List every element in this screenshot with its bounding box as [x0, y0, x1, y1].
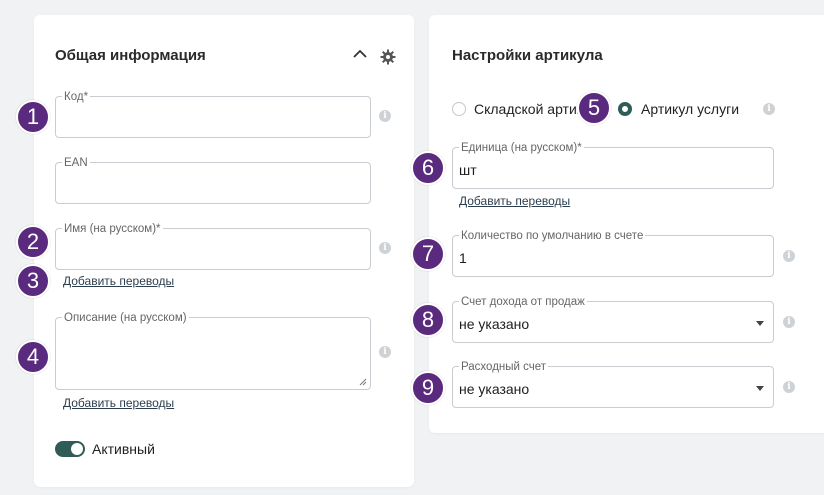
chevron-up-icon[interactable] [351, 45, 369, 63]
badge-3: 3 [16, 264, 50, 298]
badge-8: 8 [411, 303, 445, 337]
code-field[interactable]: Код* [55, 90, 371, 138]
badge-7: 7 [411, 237, 445, 271]
default-quantity-field[interactable]: Количество по умолчанию в счете 1 [452, 229, 774, 277]
unit-add-translations-link[interactable]: Добавить переводы [459, 194, 570, 208]
badge-4: 4 [16, 340, 50, 374]
badge-2: 2 [16, 225, 50, 259]
default-quantity-value: 1 [459, 250, 467, 266]
expense-account-select[interactable]: Расходный счет не указано [452, 360, 774, 408]
ean-label: EAN [62, 156, 90, 170]
service-article-radio[interactable] [618, 102, 632, 116]
stock-article-radio[interactable] [452, 102, 466, 116]
name-label: Имя (на русском)* [62, 222, 163, 236]
toggle-knob [71, 443, 83, 455]
ean-field[interactable]: EAN [55, 156, 371, 204]
article-type-info-icon[interactable]: i [763, 103, 775, 115]
unit-field[interactable]: Единица (на русском)* шт [452, 141, 774, 189]
badge-5: 5 [577, 91, 611, 125]
general-info-title: Общая информация [55, 47, 206, 64]
service-article-label: Артикул услуги [641, 101, 744, 117]
unit-value: шт [459, 162, 477, 178]
resize-handle-icon[interactable] [359, 378, 367, 386]
expense-account-value: не указано [459, 381, 530, 397]
badge-6: 6 [411, 151, 445, 185]
code-info-icon[interactable]: i [379, 110, 391, 122]
income-account-value: не указано [459, 316, 530, 332]
description-label: Описание (на русском) [62, 311, 189, 325]
income-account-label: Счет дохода от продаж [459, 295, 587, 309]
badge-9: 9 [411, 371, 445, 405]
gear-icon[interactable] [379, 48, 397, 66]
description-add-translations-link[interactable]: Добавить переводы [63, 396, 174, 410]
description-field[interactable]: Описание (на русском) [55, 311, 371, 390]
income-dropdown-caret-icon [756, 321, 764, 326]
name-add-translations-link[interactable]: Добавить переводы [63, 274, 174, 288]
active-toggle[interactable] [55, 441, 85, 457]
description-info-icon[interactable]: i [379, 346, 391, 358]
badge-1: 1 [16, 100, 50, 134]
expense-dropdown-caret-icon [756, 386, 764, 391]
name-info-icon[interactable]: i [379, 242, 391, 254]
default-quantity-label: Количество по умолчанию в счете [459, 229, 646, 243]
expense-account-label: Расходный счет [459, 360, 549, 374]
income-info-icon[interactable]: i [783, 316, 795, 328]
code-label: Код* [62, 90, 91, 104]
name-field[interactable]: Имя (на русском)* [55, 222, 371, 270]
active-label: Активный [92, 441, 155, 457]
article-settings-title: Настройки артикула [452, 47, 603, 64]
unit-label: Единица (на русском)* [459, 141, 584, 155]
quantity-info-icon[interactable]: i [783, 250, 795, 262]
income-account-select[interactable]: Счет дохода от продаж не указано [452, 295, 774, 343]
expense-info-icon[interactable]: i [783, 381, 795, 393]
